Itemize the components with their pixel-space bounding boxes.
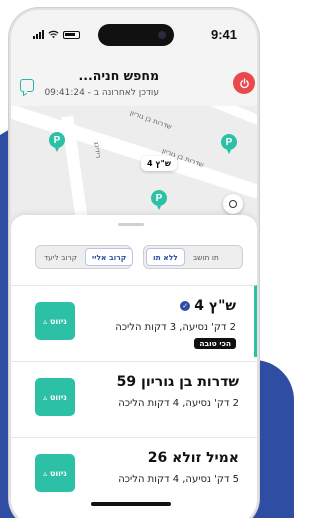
battery-icon — [63, 30, 80, 39]
sheet-drag-handle[interactable] — [118, 223, 144, 226]
parking-eta: 2 דק' נסיעה, 4 דקות הליכה — [118, 398, 239, 409]
last-updated-text: עודכן לאחרונה ב - 09:41:24 — [44, 88, 159, 98]
app-header: מחפש חניה... עודכן לאחרונה ב - 09:41:24 — [11, 60, 257, 106]
parking-list-item[interactable]: ניווט ▵ שדרות בן גוריון 59 2 דק' נסיעה, … — [11, 361, 257, 433]
navigate-button[interactable]: ניווט ▵ — [35, 378, 75, 416]
navigate-icon: ▵ — [43, 392, 48, 402]
status-icons — [33, 30, 80, 39]
sort-toggle: קרוב ליעד קרוב אליי — [35, 245, 134, 269]
navigate-button[interactable]: ניווט ▵ — [35, 302, 75, 340]
permit-toggle: ללא תו תו תושב — [143, 245, 243, 269]
parking-name: ש"ץ 4 ✓ — [180, 298, 236, 314]
locate-me-button[interactable] — [223, 194, 243, 214]
parking-eta: 2 דק' נסיעה, 3 דקות הליכה — [115, 322, 236, 333]
parking-list-item[interactable]: ניווט ▵ אמיל זולא 26 5 דק' נסיעה, 4 דקות… — [11, 437, 257, 509]
parking-pin[interactable]: P — [49, 132, 65, 152]
signal-icon — [33, 30, 44, 39]
street-label: שדרות בן גוריון — [128, 108, 173, 132]
status-time: 9:41 — [210, 27, 237, 42]
parking-eta: 5 דק' נסיעה, 4 דקות הליכה — [118, 474, 239, 485]
results-sheet: קרוב ליעד קרוב אליי ללא תו תו תושב ניווט… — [11, 215, 257, 518]
parking-name-text: ש"ץ 4 — [194, 298, 236, 314]
parking-name: אמיל זולא 26 — [147, 450, 239, 466]
wifi-icon — [48, 30, 59, 39]
parking-list-item[interactable]: ניווט ▵ ש"ץ 4 ✓ 2 דק' נסיעה, 3 דקות הליכה… — [11, 285, 257, 357]
status-bar: 9:41 — [11, 10, 257, 54]
sort-option-near-me[interactable]: קרוב אליי — [85, 248, 134, 266]
selected-pin-label: ש"ץ 4 — [141, 156, 177, 171]
map-view[interactable]: שדרות בן גוריון שדרות בן גוריון רידינג P… — [11, 106, 257, 230]
best-badge: הכי טובה — [194, 338, 236, 349]
home-indicator[interactable] — [91, 502, 171, 506]
power-icon — [239, 77, 249, 88]
map-road — [11, 106, 257, 214]
verified-icon: ✓ — [180, 301, 191, 311]
navigate-button[interactable]: ניווט ▵ — [35, 454, 75, 492]
parking-pin[interactable]: P — [221, 134, 237, 154]
locate-icon — [229, 200, 237, 208]
parking-name: שדרות בן גוריון 59 — [116, 374, 239, 390]
navigate-icon: ▵ — [43, 316, 48, 326]
parking-pin-selected[interactable]: P — [151, 190, 167, 210]
dynamic-island — [98, 24, 174, 46]
sort-option-near-destination[interactable]: קרוב ליעד — [38, 248, 83, 266]
page-title: מחפש חניה... — [78, 68, 159, 83]
chat-icon[interactable] — [20, 79, 34, 92]
phone-frame: 9:41 מחפש חניה... עודכן לאחרונה ב - 09:4… — [9, 8, 259, 518]
permit-option-no-permit[interactable]: ללא תו — [146, 248, 185, 266]
navigate-label: ניווט — [49, 392, 67, 402]
navigate-label: ניווט — [49, 468, 67, 478]
stop-search-button[interactable] — [233, 72, 255, 94]
permit-option-resident[interactable]: תו תושב — [187, 248, 225, 266]
navigate-label: ניווט — [49, 316, 67, 326]
navigate-icon: ▵ — [43, 468, 48, 478]
